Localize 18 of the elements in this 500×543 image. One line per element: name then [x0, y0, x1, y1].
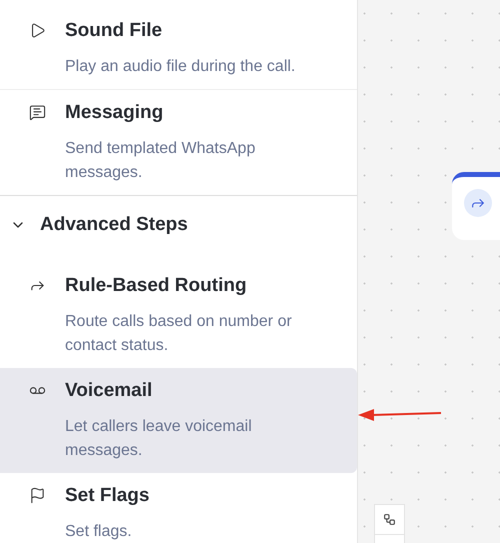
workflow-icon [383, 513, 396, 526]
step-title: Messaging [65, 101, 164, 125]
step-description: Play an audio file during the call. [65, 57, 296, 77]
step-title: Voicemail [65, 379, 154, 403]
node-card[interactable] [452, 172, 500, 240]
section-header[interactable]: Advanced Steps [0, 196, 357, 263]
step-item[interactable]: Voicemail Let callers leave voicemail messages. [0, 368, 357, 473]
step-description: Send templated WhatsApp messages. [65, 139, 256, 183]
step-description: Set flags. [65, 522, 133, 542]
flag-icon [29, 487, 46, 504]
forward-icon [464, 189, 492, 217]
message-icon [29, 104, 46, 121]
step-title: Sound File [65, 19, 164, 43]
step-title: Set Flags [65, 484, 150, 508]
step-description: Let callers leave voicemail messages. [65, 417, 253, 461]
step-description: Route calls based on number or contact status. [65, 312, 293, 356]
step-title: Rule-Based Routing [65, 274, 248, 298]
play-icon [29, 22, 46, 39]
